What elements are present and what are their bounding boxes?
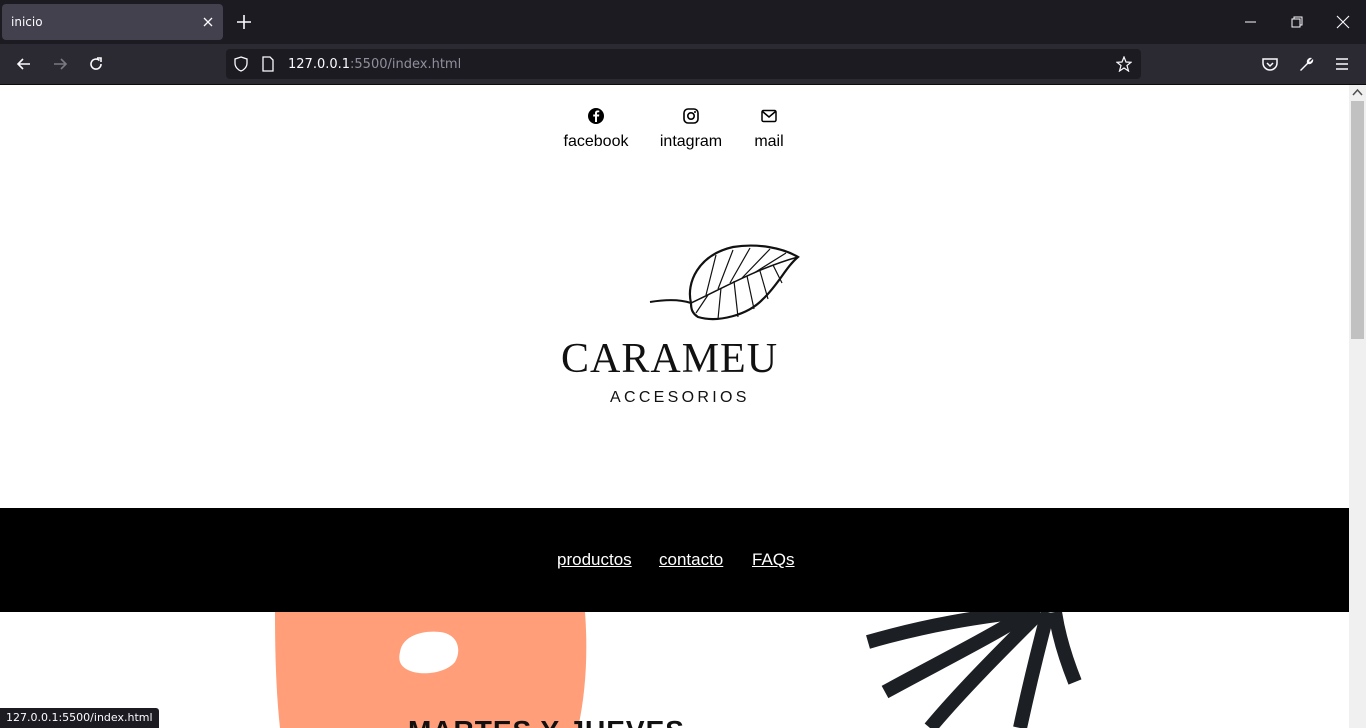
tab-inicio[interactable]: inicio — [2, 4, 223, 40]
scrollbar-thumb[interactable] — [1351, 101, 1364, 339]
reload-icon[interactable] — [86, 54, 106, 74]
brand-name: CARAMEU — [561, 336, 779, 382]
close-icon[interactable] — [200, 14, 216, 30]
social-mail[interactable]: mail — [752, 107, 786, 151]
facebook-icon — [588, 108, 604, 124]
back-icon[interactable] — [14, 54, 34, 74]
new-tab-icon[interactable] — [234, 12, 254, 32]
tab-title: inicio — [11, 15, 43, 29]
url-path: :5500/index.html — [350, 57, 462, 72]
mail-icon — [761, 109, 777, 123]
tab-bar: inicio — [0, 0, 1366, 44]
main-menu: productos contacto FAQs — [0, 508, 1349, 612]
social-instagram[interactable]: intagram — [659, 107, 723, 151]
hero-banner: MARTES Y JUEVES — [0, 612, 1349, 728]
social-facebook[interactable]: facebook — [563, 107, 629, 151]
web-page: facebook intagram mail CARAMEU ACCESORIO… — [0, 85, 1349, 728]
shield-icon[interactable] — [233, 56, 249, 72]
navigation-toolbar: 127.0.0.1:5500/index.html — [0, 44, 1366, 85]
vertical-scrollbar[interactable] — [1349, 85, 1366, 728]
social-label: mail — [754, 133, 784, 150]
restore-icon[interactable] — [1287, 12, 1307, 32]
hero-title: MARTES Y JUEVES — [408, 715, 685, 728]
scroll-up-icon[interactable] — [1352, 88, 1363, 96]
url-text[interactable]: 127.0.0.1:5500/index.html — [288, 57, 461, 72]
pocket-icon[interactable] — [1260, 54, 1280, 74]
hero-decoration — [275, 612, 1082, 728]
url-host: 127.0.0.1 — [288, 57, 351, 72]
menu-link-productos[interactable]: productos — [557, 550, 632, 570]
url-bar[interactable]: 127.0.0.1:5500/index.html — [226, 49, 1141, 79]
status-bar-url: 127.0.0.1:5500/index.html — [0, 708, 159, 728]
page-icon[interactable] — [260, 56, 276, 72]
leaf-fronds — [866, 612, 1082, 728]
menu-link-faqs[interactable]: FAQs — [752, 550, 795, 570]
menu-icon[interactable] — [1332, 54, 1352, 74]
bookmark-star-icon[interactable] — [1116, 56, 1132, 72]
instagram-icon — [683, 108, 699, 124]
brand-subtitle: ACCESORIOS — [610, 389, 750, 406]
close-window-icon[interactable] — [1333, 12, 1353, 32]
forward-icon[interactable] — [50, 54, 70, 74]
minimize-icon[interactable] — [1241, 12, 1261, 32]
social-label: intagram — [659, 133, 723, 150]
social-label: facebook — [563, 133, 629, 150]
leaf-logo — [649, 244, 800, 321]
menu-link-contacto[interactable]: contacto — [659, 550, 723, 570]
wrench-icon[interactable] — [1296, 54, 1316, 74]
